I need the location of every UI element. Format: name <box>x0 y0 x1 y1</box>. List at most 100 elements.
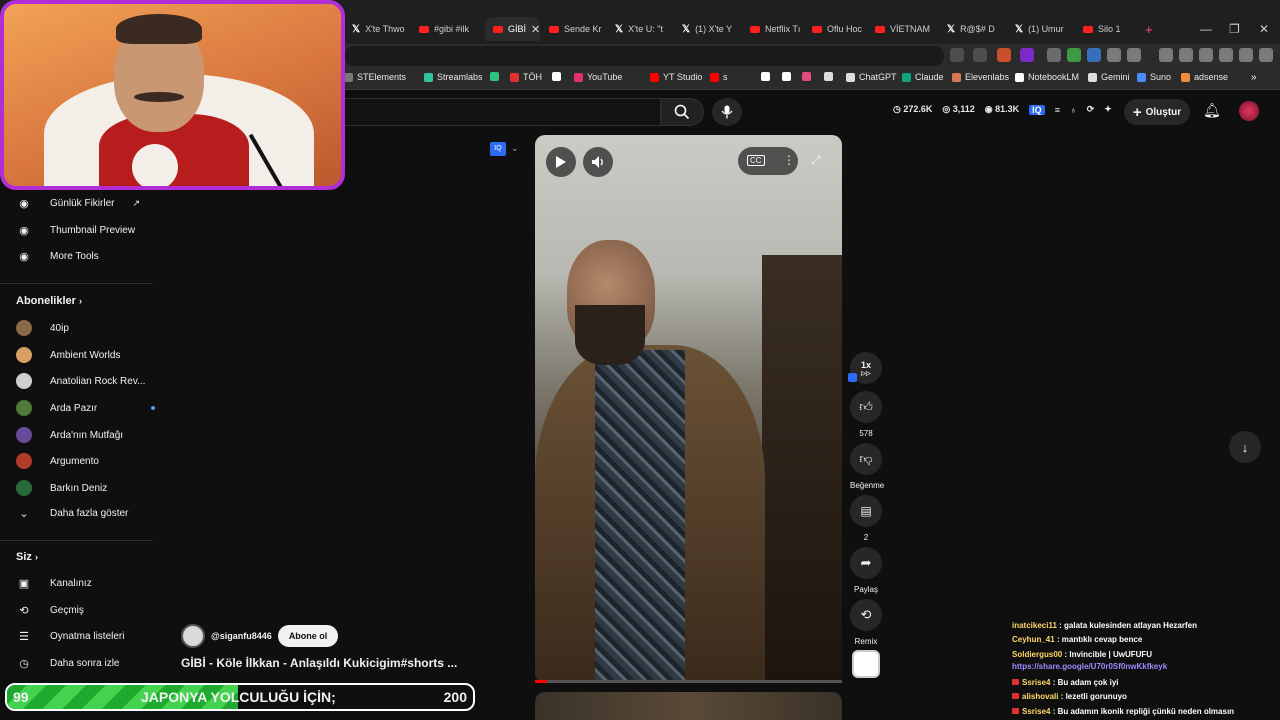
toh-bookmark[interactable]: TÖH <box>510 72 542 82</box>
fullscreen-icon[interactable]: ⤢ <box>811 153 821 168</box>
notifications-bell-icon[interactable]: 🔔︎ <box>1203 102 1221 119</box>
youtube-bookmark[interactable]: YT Studio <box>650 72 702 82</box>
gemini-bookmark[interactable]: Suno <box>1137 72 1171 82</box>
dislike-button[interactable]: 👎︎ <box>850 443 882 475</box>
browser-tab[interactable]: Sende Kr <box>541 17 606 41</box>
sidebar-icon[interactable] <box>1127 48 1141 62</box>
browser-tab[interactable]: 𝕏 X'te Thwo <box>344 17 410 41</box>
browser-tab[interactable]: #gibi #ilk <box>411 17 484 41</box>
account-avatar[interactable] <box>1239 101 1259 121</box>
suno-bookmark[interactable]: adsense <box>1181 72 1228 82</box>
tiktok-bookmark[interactable] <box>782 72 795 81</box>
sidebar-item[interactable]: Barkın Deniz <box>16 480 107 496</box>
sound-thumbnail[interactable] <box>852 650 880 678</box>
you-heading[interactable]: Siz › <box>16 551 38 563</box>
streamlabs-bookmark[interactable]: Streamlabs <box>424 72 483 82</box>
reader-icon[interactable] <box>1179 48 1193 62</box>
k-bookmark[interactable] <box>490 72 503 81</box>
new-tab-button[interactable]: + <box>1145 22 1153 37</box>
browser-tab[interactable]: 𝕏 X'te U: "t <box>607 17 673 41</box>
browser-tab[interactable]: Silo 1 <box>1075 17 1137 41</box>
chevron-down-icon[interactable]: ⌄ <box>511 143 519 154</box>
sidebar-item[interactable]: Anatolian Rock Rev... <box>16 373 145 389</box>
s-bookmark[interactable] <box>761 72 774 81</box>
sidebar-item[interactable]: ◉ Thumbnail Preview <box>16 224 135 237</box>
captions-icon[interactable]: CC <box>747 155 765 166</box>
share-action[interactable]: ➦ Paylaş <box>850 547 882 594</box>
vidiq-badge[interactable]: IQ <box>490 142 506 156</box>
brave-rewards-icon[interactable] <box>1020 48 1034 62</box>
menu-icon[interactable] <box>1259 48 1273 62</box>
bookmarks-overflow-icon[interactable]: » <box>1251 72 1257 83</box>
dislike-action[interactable]: 👎︎ Beğenme <box>850 443 884 490</box>
browser-tab[interactable]: 𝕏 (1) X'te Y <box>674 17 741 41</box>
subscribe-button[interactable]: Abone ol <box>277 625 339 647</box>
browser-tab[interactable]: 𝕏 R@$# D <box>939 17 1006 41</box>
bookmark[interactable] <box>824 72 837 81</box>
instagram-bookmark[interactable]: YouTube <box>574 72 622 82</box>
comments-button[interactable]: ▤ <box>850 495 882 527</box>
sidebar-item[interactable]: 40ip <box>16 320 69 336</box>
like-button[interactable]: 👍︎ <box>850 391 882 423</box>
refresh-icon[interactable]: ⟳ <box>1087 104 1095 115</box>
browser-tab[interactable]: Netflix Tı <box>742 17 803 41</box>
remix-action[interactable]: ⟲ Remix <box>850 599 882 646</box>
edit-icon[interactable] <box>973 48 987 62</box>
sparkle-icon[interactable]: ✦ <box>1104 104 1112 115</box>
browser-tab[interactable]: Oflu Hoc <box>804 17 866 41</box>
short-title[interactable]: GİBİ - Köle İlkkan - Anlaşıldı Kukicigim… <box>181 656 457 670</box>
video-progress-bar[interactable] <box>535 680 842 683</box>
music-icon[interactable] <box>1159 48 1173 62</box>
sidebar-item[interactable]: ⌄ Daha fazla göster <box>16 507 128 520</box>
maximize-icon[interactable]: ❐ <box>1229 22 1240 36</box>
brave-shield-icon[interactable] <box>997 48 1011 62</box>
sidebar-item[interactable]: Argumento <box>16 453 99 469</box>
browser-tab[interactable]: GİBİ ✕ <box>485 17 540 41</box>
glasses-icon[interactable] <box>1047 48 1061 62</box>
yt-studio-bookmark[interactable]: s <box>710 72 728 82</box>
close-tab-icon[interactable]: ✕ <box>531 23 540 36</box>
vidiq-icon[interactable]: IQ <box>1029 104 1045 115</box>
sidebar-item[interactable]: ◷ Daha sonra izle <box>16 657 119 670</box>
share-icon[interactable] <box>950 48 964 62</box>
tampermonkey-icon[interactable] <box>1067 48 1081 62</box>
extension-icon[interactable] <box>1087 48 1101 62</box>
notebooklm-bookmark[interactable]: Gemini <box>1088 72 1130 82</box>
bookmark[interactable] <box>802 72 815 81</box>
ai-icon[interactable] <box>1219 48 1233 62</box>
sidebar-item[interactable]: ⟲ Geçmiş <box>16 604 84 617</box>
next-short-button[interactable]: ↓ <box>1229 431 1261 463</box>
short-video-player[interactable] <box>535 135 842 683</box>
play-button[interactable] <box>546 147 576 177</box>
sidebar-item[interactable]: ◉ More Tools <box>16 250 99 263</box>
sidebar-item[interactable]: Arda'nın Mutfağı <box>16 427 123 443</box>
chatgpt-bookmark[interactable]: Claude <box>902 72 944 82</box>
x-bookmark[interactable] <box>552 72 565 81</box>
comments-action[interactable]: ▤ 2 <box>850 495 882 542</box>
create-button[interactable]: + Oluştur <box>1124 99 1190 125</box>
more-options-icon[interactable]: ⋮ <box>783 153 795 167</box>
stelements-bookmark[interactable]: STElements <box>344 72 406 82</box>
voice-search-button[interactable] <box>712 98 742 126</box>
sidebar-item[interactable]: ☰ Oynatma listeleri <box>16 630 124 643</box>
sidebar-item[interactable]: Arda Pazır <box>16 400 156 416</box>
sidebar-item[interactable]: ◉ Günlük Fikirler ↗ <box>16 197 140 210</box>
sidebar-item[interactable]: Ambient Worlds <box>16 347 120 363</box>
claude-bookmark[interactable]: Elevenlabs <box>952 72 1009 82</box>
browser-tab[interactable]: 𝕏 (1) Umur <box>1007 17 1074 41</box>
minimize-icon[interactable]: — <box>1200 22 1212 36</box>
remix-button[interactable]: ⟲ <box>850 599 882 631</box>
volume-button[interactable] <box>583 147 613 177</box>
trophy-icon[interactable]: ♁ <box>1070 105 1077 115</box>
puzzle-icon[interactable] <box>1107 48 1121 62</box>
subscriptions-heading[interactable]: Abonelikler › <box>16 295 82 307</box>
browser-tab[interactable]: VİETNAM <box>867 17 938 41</box>
share-button[interactable]: ➦ <box>850 547 882 579</box>
bookmark[interactable]: ChatGPT <box>846 72 897 82</box>
sidebar-item[interactable]: ▣ Kanalınız <box>16 577 92 590</box>
vpn-icon[interactable] <box>1239 48 1253 62</box>
search-input[interactable] <box>344 98 660 126</box>
like-action[interactable]: 👍︎ 578 <box>850 391 882 438</box>
wallet-icon[interactable] <box>1199 48 1213 62</box>
channel-name[interactable]: @siganfu8446 <box>211 631 272 641</box>
